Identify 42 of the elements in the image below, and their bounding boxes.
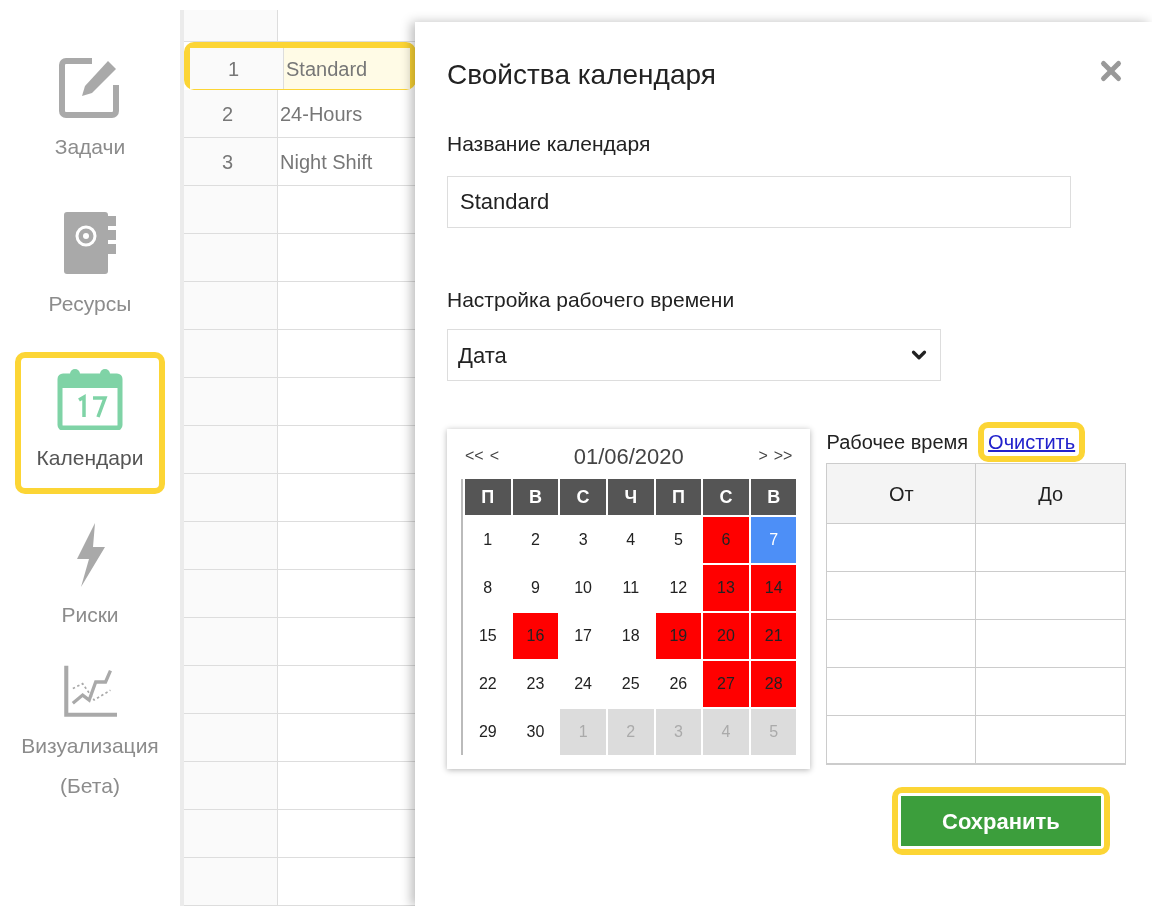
weekday-header: В [512, 479, 559, 515]
edit-icon [58, 55, 122, 119]
column-header: От [827, 464, 977, 524]
weekday-header: П [465, 479, 511, 515]
table-row[interactable]: 2 24-Hours [184, 90, 416, 138]
day-cell[interactable]: 14 [750, 565, 797, 611]
nav-button[interactable]: > [758, 444, 768, 468]
name-field[interactable]: Standard [447, 175, 1071, 228]
worktime-select[interactable]: Дата [447, 329, 941, 381]
column-header: До [976, 464, 1125, 524]
nav-button[interactable]: < [489, 444, 500, 468]
table-row[interactable]: 3 Night Shift [184, 138, 416, 186]
weekday-header: В [750, 479, 797, 515]
weekday-header: Ч [607, 479, 654, 515]
day-cell[interactable]: 6 [703, 517, 749, 563]
field-label: Настройка рабочего времени [447, 286, 736, 313]
day-cell[interactable]: 13 [703, 565, 749, 611]
calendar-name: Standard [284, 48, 410, 89]
calendar-name: Night Shift [279, 149, 374, 175]
address-book-icon [62, 210, 118, 276]
row-number: 3 [184, 138, 278, 185]
table-row[interactable]: 1 Standard [184, 42, 416, 90]
weekday-header: П [655, 479, 702, 515]
day-cell[interactable]: 21 [750, 613, 797, 659]
dialog-title: Свойства календаря [447, 58, 716, 92]
day-cell[interactable]: 19 [655, 613, 702, 659]
day-cell[interactable]: 28 [750, 661, 797, 707]
section-label: Рабочее время [826, 430, 969, 455]
row-number: 2 [184, 90, 278, 137]
sidebar-item[interactable]: Календари [15, 352, 165, 494]
row-number: 1 [190, 48, 284, 89]
nav-button[interactable]: >> [773, 444, 793, 468]
weekday-header: С [560, 479, 606, 515]
calendar-name: 24-Hours [279, 101, 364, 127]
day-cell[interactable]: 27 [703, 661, 749, 707]
weekday-header: С [703, 479, 749, 515]
nav-button[interactable]: << [465, 444, 484, 468]
calendar-icon [57, 368, 123, 430]
day-cell[interactable]: 20 [703, 613, 749, 659]
field-label: Название календаря [447, 131, 652, 157]
month-label: 01/06/2020 [573, 442, 684, 471]
day-cell[interactable]: 16 [512, 613, 559, 659]
